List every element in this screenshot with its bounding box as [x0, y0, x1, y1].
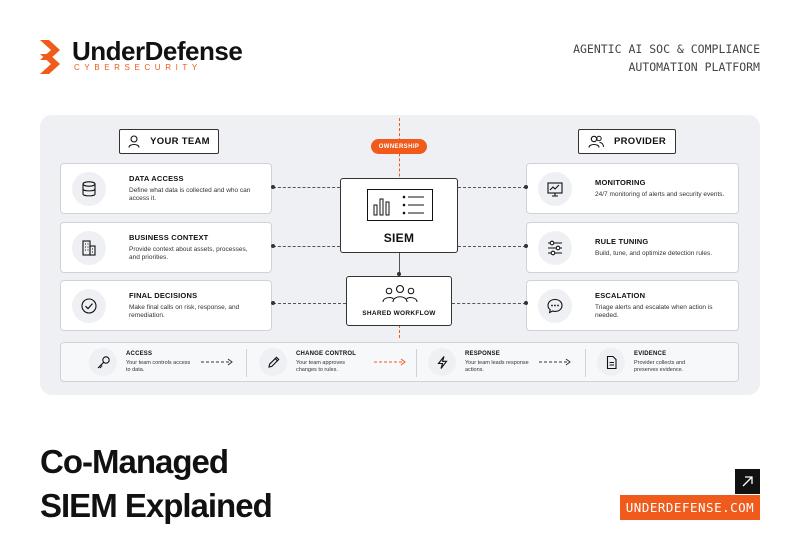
group-icon — [382, 284, 418, 303]
document-icon — [597, 348, 625, 376]
connector-dot — [271, 185, 275, 189]
flow-step-title: ACCESS — [126, 350, 153, 357]
provider-label: PROVIDER — [613, 136, 667, 147]
shared-workflow-label: SHARED WORKFLOW — [362, 310, 436, 317]
provider-card-desc: Build, tune, and optimize detection rule… — [595, 249, 713, 257]
connector-line — [273, 303, 346, 304]
person-icon — [128, 135, 140, 148]
flow-step-desc: Your team approves changes to rules. — [296, 359, 346, 373]
connector-dot — [524, 185, 528, 189]
monitor-chart-icon — [538, 171, 572, 206]
flow-divider — [246, 349, 247, 377]
team-card-desc: Define what data is collected and who ca… — [129, 186, 251, 203]
website-link[interactable]: UNDERDEFENSE.COM — [620, 495, 760, 520]
team-card-desc: Provide context about assets, processes,… — [129, 245, 248, 262]
flow-step-evidence: EVIDENCE Provider collects and preserves… — [597, 343, 704, 381]
team-card-data-access: DATA ACCESS Define what data is collecte… — [60, 163, 272, 214]
connector-dot — [271, 301, 275, 305]
connector-line — [452, 303, 526, 304]
external-link-button[interactable] — [735, 469, 760, 494]
chat-bubble-icon — [538, 288, 572, 323]
flow-divider — [416, 349, 417, 377]
your-team-label: YOUR TEAM — [150, 136, 210, 147]
shared-workflow-box: SHARED WORKFLOW — [346, 276, 452, 326]
flow-step-title: RESPONSE — [465, 350, 500, 357]
brand-logo-icon — [40, 40, 60, 74]
flow-step-title: EVIDENCE — [634, 350, 667, 357]
team-card-title: FINAL DECISIONS — [129, 290, 198, 300]
provider-card-title: RULE TUNING — [595, 236, 649, 246]
provider-card-escalation: ESCALATION Triage alerts and escalate wh… — [526, 280, 739, 331]
arrow-right-icon — [374, 358, 406, 366]
siem-box: SIEM — [340, 178, 458, 253]
connector-dot — [524, 244, 528, 248]
connector-dot — [524, 301, 528, 305]
page-title: Co-Managed SIEM Explained — [40, 440, 273, 528]
people-icon — [588, 135, 604, 148]
building-icon — [72, 230, 106, 265]
arrow-right-icon — [201, 358, 233, 366]
team-card-title: BUSINESS CONTEXT — [129, 232, 209, 242]
provider-card-rule-tuning: RULE TUNING Build, tune, and optimize de… — [526, 222, 739, 273]
pencil-icon — [259, 348, 287, 376]
flow-step-access: ACCESS Your team controls access to data… — [89, 343, 196, 381]
team-card-title: DATA ACCESS — [129, 173, 184, 183]
arrow-up-right-icon — [742, 476, 753, 487]
tagline-line-2: AUTOMATION PLATFORM — [628, 60, 760, 74]
lightning-icon — [428, 348, 456, 376]
team-card-desc: Make final calls on risk, response, and … — [129, 303, 240, 320]
team-card-final-decisions: FINAL DECISIONS Make final calls on risk… — [60, 280, 272, 331]
siem-label: SIEM — [383, 231, 415, 245]
arrow-right-icon — [539, 358, 571, 366]
check-circle-icon — [72, 288, 106, 323]
provider-card-desc: 24/7 monitoring of alerts and security e… — [595, 190, 725, 198]
connector-line — [458, 246, 526, 247]
provider-header: PROVIDER — [578, 129, 676, 154]
flow-step-desc: Your team leads response actions. — [465, 359, 529, 373]
flow-step-desc: Your team controls access to data. — [126, 359, 191, 373]
headline-line-2: SIEM Explained — [40, 487, 273, 524]
flow-divider — [585, 349, 586, 377]
tagline: AGENTIC AI SOC & COMPLIANCE AUTOMATION P… — [440, 40, 760, 76]
connector-line — [273, 246, 340, 247]
siem-dashboard-icon — [367, 189, 433, 221]
flow-strip: ACCESS Your team controls access to data… — [60, 342, 739, 382]
your-team-header: YOUR TEAM — [119, 129, 219, 154]
provider-card-desc: Triage alerts and escalate when action i… — [595, 303, 713, 320]
headline-line-1: Co-Managed — [40, 443, 229, 480]
connector-line — [458, 187, 526, 188]
brand-subtitle: CYBERSECURITY — [74, 63, 202, 72]
flow-step-desc: Provider collects and preserves evidence… — [634, 359, 686, 373]
flow-step-title: CHANGE CONTROL — [296, 350, 357, 357]
ownership-badge: OWNERSHIP — [371, 139, 427, 154]
provider-card-title: MONITORING — [595, 177, 646, 187]
tagline-line-1: AGENTIC AI SOC & COMPLIANCE — [573, 42, 760, 56]
connector-line — [273, 187, 340, 188]
sliders-icon — [538, 230, 572, 265]
team-card-business-context: BUSINESS CONTEXT Provide context about a… — [60, 222, 272, 273]
flow-step-response: RESPONSE Your team leads response action… — [428, 343, 535, 381]
provider-card-monitoring: MONITORING 24/7 monitoring of alerts and… — [526, 163, 739, 214]
key-icon — [89, 348, 117, 376]
provider-card-title: ESCALATION — [595, 290, 646, 300]
database-icon — [72, 171, 106, 206]
flow-step-change-control: CHANGE CONTROL Your team approves change… — [259, 343, 366, 381]
connector-dot — [271, 244, 275, 248]
